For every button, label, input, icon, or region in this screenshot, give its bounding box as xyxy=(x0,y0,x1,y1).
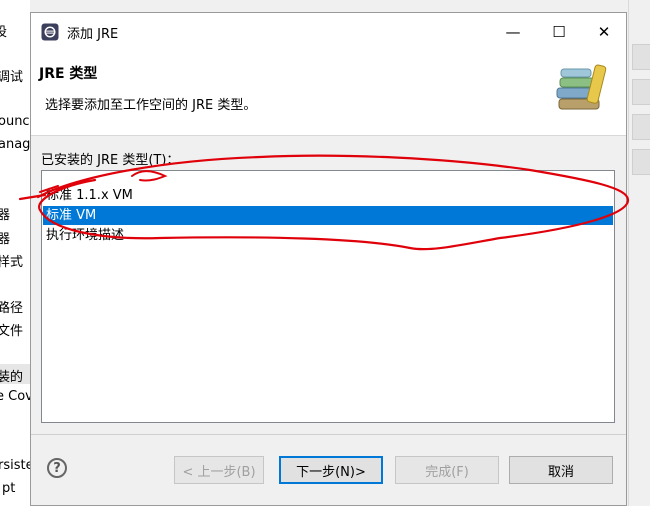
jre-types-list[interactable]: 标准 1.1.x VM 标准 VM 执行环境描述 xyxy=(41,170,615,423)
wizard-title: JRE 类型 xyxy=(39,66,98,82)
background-item: pt xyxy=(2,481,16,496)
background-button xyxy=(632,114,650,140)
eclipse-icon xyxy=(41,23,59,41)
background-item: e Cov xyxy=(0,389,33,404)
button-bar-separator xyxy=(31,434,626,435)
dialog-title: 添加 JRE xyxy=(67,27,119,42)
background-item: ounc xyxy=(0,114,30,129)
background-item: 调试 xyxy=(0,70,24,85)
background-button xyxy=(632,44,650,70)
background-item: 器 xyxy=(0,208,11,223)
help-icon[interactable]: ? xyxy=(47,458,67,478)
background-item: 装的 xyxy=(0,370,24,385)
cancel-button[interactable]: 取消 xyxy=(509,456,613,484)
next-button[interactable]: 下一步(N)> xyxy=(279,456,383,484)
installed-jre-types-label: 已安装的 JRE 类型(T)： xyxy=(41,153,180,168)
close-button[interactable]: ✕ xyxy=(581,13,627,51)
back-button[interactable]: < 上一步(B) xyxy=(174,456,264,484)
wizard-header: JRE 类型 选择要添加至工作空间的 JRE 类型。 xyxy=(31,51,626,136)
library-books-icon xyxy=(553,59,613,119)
background-item: 器 xyxy=(0,232,11,247)
background-item: rsiste xyxy=(0,458,34,473)
background-item: anag xyxy=(0,137,31,152)
finish-button[interactable]: 完成(F) xyxy=(395,456,499,484)
wizard-description: 选择要添加至工作空间的 JRE 类型。 xyxy=(45,98,257,113)
add-jre-dialog: 添加 JRE — ☐ ✕ JRE 类型 选择要添加至工作空间的 JRE 类型。 … xyxy=(30,12,627,506)
list-item[interactable]: 标准 1.1.x VM xyxy=(43,186,613,205)
background-item: 样式 xyxy=(0,255,24,270)
background-button xyxy=(632,79,650,105)
background-item: 路径 xyxy=(0,301,24,316)
list-item[interactable]: 执行环境描述 xyxy=(43,226,613,245)
background-item: 设 xyxy=(0,25,8,40)
background-button xyxy=(632,149,650,175)
maximize-button[interactable]: ☐ xyxy=(536,13,582,51)
title-bar[interactable]: 添加 JRE — ☐ ✕ xyxy=(31,13,626,51)
minimize-button[interactable]: — xyxy=(490,13,536,51)
list-item-selected[interactable]: 标准 VM xyxy=(43,206,613,225)
background-item: 文件 xyxy=(0,324,24,339)
background-window-right xyxy=(628,0,650,506)
